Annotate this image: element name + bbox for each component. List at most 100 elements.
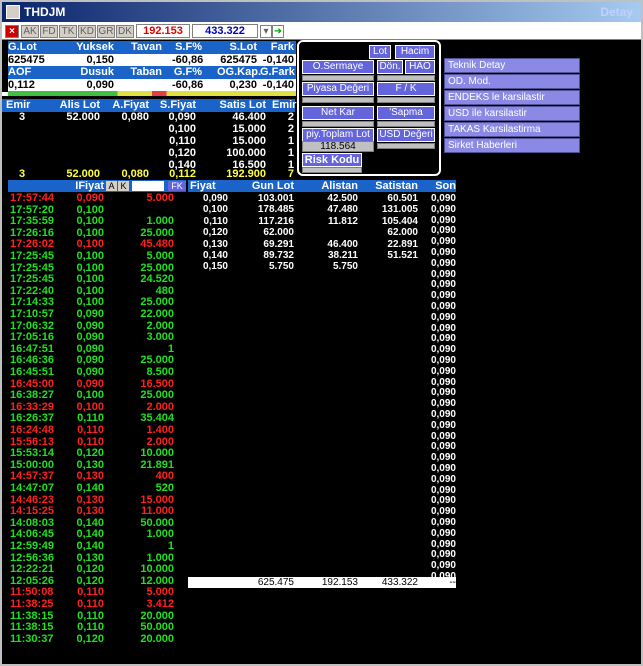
trade-time: 17:25:45	[10, 273, 55, 286]
trade-time: 12:22:21	[10, 563, 55, 576]
dist-header-cell[interactable]: Satistan	[364, 180, 418, 192]
trade-price: 0,090	[76, 192, 104, 204]
son-cell: 0,090	[430, 549, 456, 561]
dist-cell: 0,130	[202, 238, 228, 250]
depth-cell: 0,100	[168, 123, 196, 135]
depth-cell: 100.000	[226, 147, 266, 159]
close-icon[interactable]: ×	[5, 25, 19, 38]
dist-header-cell[interactable]: Alistan	[304, 180, 358, 192]
trades-header-box	[132, 181, 164, 191]
trade-time: 14:15:25	[10, 505, 55, 518]
trade-time: 17:10:57	[10, 308, 55, 320]
son-cell: 0,090	[430, 236, 456, 248]
toolbar-button-kd[interactable]: KD	[78, 25, 96, 38]
menu-item[interactable]: ENDEKS le karsilastir	[444, 90, 580, 105]
netkar-value	[302, 121, 374, 127]
sort-a-button[interactable]: A	[106, 181, 117, 191]
trade-time: 14:57:37	[10, 470, 55, 483]
menu-item[interactable]: OD. Mod.	[444, 74, 580, 89]
piytoplam-button[interactable]: piy.Toplam Lot	[302, 128, 374, 142]
depth-cell	[104, 148, 149, 159]
trade-lot: 35.404	[140, 412, 174, 425]
trade-lot: 5.000	[146, 192, 174, 204]
usd-button[interactable]: USD Değeri	[377, 128, 435, 142]
son-cell: 0,090	[430, 344, 456, 356]
trade-time: 11:38:15	[10, 621, 54, 634]
dist-cell: 46.400	[327, 238, 358, 250]
depth-cell	[40, 148, 100, 159]
trade-price: 0,130	[76, 458, 104, 471]
depth-cell: 46.400	[232, 111, 266, 123]
dist-cell: 0,110	[203, 215, 228, 227]
trade-price: 0,090	[76, 377, 104, 390]
app-icon	[6, 5, 20, 19]
osermaye-button[interactable]: O.Sermaye	[302, 60, 374, 74]
toolbar-button-gr[interactable]: GR	[97, 25, 115, 38]
don-button[interactable]: Dön.	[377, 60, 403, 74]
trade-time: 14:06:45	[10, 528, 55, 541]
summary-header-cell: Dusuk	[80, 66, 114, 78]
hacim-button[interactable]: Hacim	[395, 45, 435, 59]
trade-lot: 1.000	[146, 528, 174, 541]
depth-cell: 0,080	[121, 111, 149, 123]
depth-cell: 2	[287, 111, 294, 123]
trade-price: 0,110	[77, 586, 104, 599]
dist-cell: 0,090	[202, 193, 228, 204]
summary-header-cell: G.Lot	[8, 41, 37, 53]
dist-cell: 105.404	[381, 215, 418, 227]
toolbar-button-ak[interactable]: AK	[21, 25, 39, 38]
trade-time: 15:56:13	[10, 435, 55, 448]
menu-item[interactable]: TAKAS Karsilastirma	[444, 122, 580, 137]
trade-lot: 400	[155, 470, 174, 483]
summary-header-cell: Yuksek	[76, 41, 114, 53]
menu-item[interactable]: Sirket Haberleri	[444, 138, 580, 153]
trade-time: 17:14:33	[10, 296, 55, 309]
summary-header-cell: OG.Kap.	[217, 66, 262, 78]
dist-header-cell[interactable]: Son	[422, 180, 456, 192]
son-cell: 0,090	[430, 311, 456, 323]
toolbar-button-tk[interactable]: TK	[59, 25, 77, 38]
trade-price: 0,110	[77, 424, 104, 436]
dropdown-arrow-icon[interactable]: ▾	[260, 25, 272, 38]
trade-time: 11:50:08	[10, 586, 54, 599]
lot-button[interactable]: Lot	[369, 45, 391, 59]
piyasa-button[interactable]: Piyasa Değeri	[302, 82, 374, 96]
menu-item[interactable]: USD ile karsilastir	[444, 106, 580, 121]
toolbar-button-fd[interactable]: FD	[40, 25, 58, 38]
dist-header-cell[interactable]: Fiyat	[190, 180, 232, 192]
son-cell: 0,090	[430, 355, 456, 366]
dist-cell: 11.812	[327, 215, 358, 227]
summary-header-cell: G.F%	[173, 66, 202, 78]
son-cell: 0,090	[430, 452, 456, 464]
trade-time: 11:38:15	[10, 609, 54, 622]
trade-price: 0,140	[76, 516, 104, 529]
fk-button[interactable]: F / K	[377, 82, 435, 96]
piytoplam-value: 118.564	[302, 141, 374, 152]
trade-lot: 25.000	[140, 296, 174, 309]
summary-header-cell: AOF	[8, 66, 32, 78]
dist-cell: 0,140	[202, 250, 228, 261]
go-arrow-icon[interactable]: ➜	[272, 25, 284, 38]
hao-button[interactable]: HAO	[405, 60, 435, 74]
sapma-button[interactable]: 'Sapma	[377, 106, 435, 120]
trade-lot: 45.480	[140, 238, 174, 251]
dist-header-cell[interactable]: Gun Lot	[238, 180, 294, 192]
son-cell: 0,090	[430, 560, 456, 572]
trade-lot: 10.000	[140, 447, 174, 460]
toolbar-button-dk[interactable]: DK	[116, 25, 134, 38]
depth-cell	[40, 136, 100, 147]
netkar-button[interactable]: Net Kar	[302, 106, 374, 120]
fk-toggle-button[interactable]: FK	[168, 181, 186, 191]
trade-price: 0,100	[76, 215, 104, 228]
trade-price: 0,100	[76, 250, 104, 262]
menu-item[interactable]: Teknik Detay	[444, 58, 580, 73]
usd-value	[377, 143, 435, 149]
detail-label[interactable]: Detay	[600, 5, 633, 19]
risk-button[interactable]: Risk Kodu	[302, 153, 362, 167]
trade-lot: 5.000	[146, 586, 174, 599]
dist-cell: 103.001	[257, 193, 294, 204]
trade-lot: 24.520	[140, 273, 174, 286]
sort-k-button[interactable]: K	[118, 181, 129, 191]
son-cell: 0,090	[430, 387, 456, 399]
depth-cell: 1	[287, 135, 294, 147]
